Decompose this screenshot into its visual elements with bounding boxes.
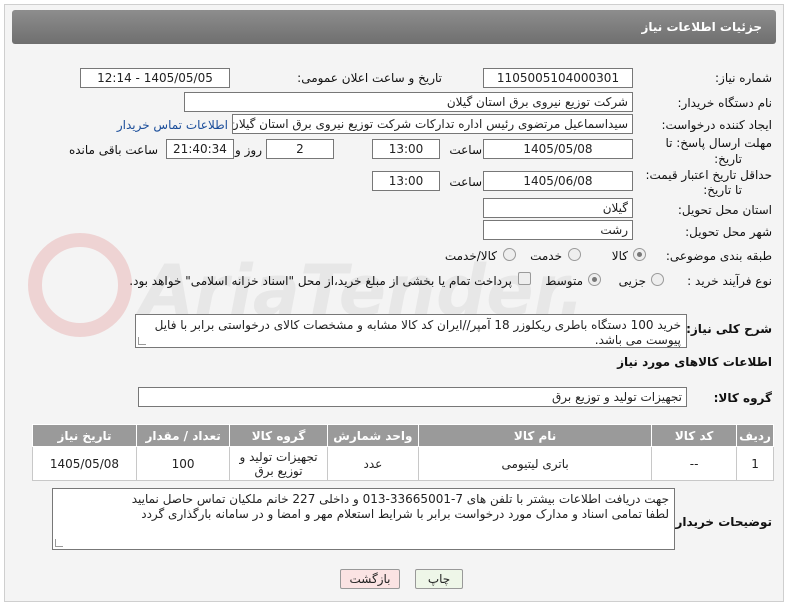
city-field: رشت (483, 220, 633, 240)
buyer-notes-textarea[interactable]: جهت دریافت اطلاعات بیشتر با تلفن های 7-3… (52, 488, 675, 550)
purchase-option-minor: جزیی (618, 274, 646, 288)
province-field: گیلان (483, 198, 633, 218)
print-button[interactable]: چاپ (415, 569, 463, 589)
announce-field: 1405/05/05 - 12:14 (80, 68, 230, 88)
price-validity-time-field: 13:00 (372, 171, 440, 191)
reply-date-field: 1405/05/08 (483, 139, 633, 159)
purchase-radio-minor[interactable] (651, 273, 664, 286)
col-code: کد کالا (651, 424, 738, 447)
city-label: شهر محل تحویل: (685, 225, 772, 239)
price-validity-time-label: ساعت (449, 175, 482, 189)
resize-handle-icon[interactable] (138, 337, 146, 345)
requester-field: سیداسماعیل مرتضوی رئیس اداره تدارکات شرک… (232, 114, 633, 134)
col-name: نام کالا (417, 424, 653, 447)
col-row: ردیف (736, 424, 774, 447)
announce-label: تاریخ و ساعت اعلان عمومی: (297, 71, 442, 85)
province-label: استان محل تحویل: (677, 203, 772, 217)
buyer-org-label: نام دستگاه خریدار: (677, 96, 773, 110)
price-validity-label: حداقل تاریخ اعتبار قیمت: (645, 168, 772, 182)
table-row: 1 -- باتری لیتیومی عدد تجهیزات تولید و ت… (32, 446, 774, 481)
buyer-notes-line-1: جهت دریافت اطلاعات بیشتر با تلفن های 7-3… (131, 492, 669, 506)
col-unit: واحد شمارش (326, 424, 419, 447)
goods-table-header: ردیف کد کالا نام کالا واحد شمارش گروه کا… (32, 424, 774, 447)
description-label: شرح کلی نیاز: (686, 322, 772, 336)
description-textarea[interactable]: خرید 100 دستگاه باطری ریکلوزر 18 آمپر//ا… (135, 314, 687, 348)
category-option-goods-service: کالا/خدمت (444, 249, 497, 263)
reply-days-label: روز و (235, 143, 262, 157)
treasury-payment-note: پرداخت تمام یا بخشی از مبلغ خرید،از محل … (129, 274, 512, 288)
category-option-goods: کالا (611, 249, 628, 263)
page-title: جزئیات اطلاعات نیاز (12, 10, 776, 44)
need-number-field: 1105005104000301 (483, 68, 633, 88)
category-radio-service[interactable] (568, 248, 581, 261)
cell-quantity: 100 (135, 446, 231, 481)
cell-group: تجهیزات تولید و توزیع برق (229, 446, 328, 481)
purchase-type-label: نوع فرآیند خرید : (687, 274, 772, 288)
remaining-time-label: ساعت باقی مانده (68, 143, 158, 157)
goods-group-field: تجهیزات تولید و توزیع برق (138, 387, 687, 407)
price-validity-date-field: 1405/06/08 (483, 171, 633, 191)
cell-code: -- (651, 446, 738, 481)
remaining-time-field: 21:40:34 (166, 139, 234, 159)
cell-unit: عدد (326, 446, 419, 481)
reply-days-field: 2 (266, 139, 334, 159)
buyer-notes-label: توضیحات خریدار: (670, 515, 772, 529)
need-number-label: شماره نیاز: (715, 71, 772, 85)
purchase-option-medium: متوسط (545, 274, 583, 288)
category-label: طبقه بندی موضوعی: (665, 249, 772, 263)
goods-table: ردیف کد کالا نام کالا واحد شمارش گروه کا… (32, 424, 774, 481)
cell-name: باتری لیتیومی (417, 446, 653, 481)
resize-handle-icon[interactable] (55, 539, 63, 547)
col-need-date: تاریخ نیاز (32, 424, 137, 447)
description-text: خرید 100 دستگاه باطری ریکلوزر 18 آمپر//ا… (154, 318, 681, 347)
purchase-radio-medium[interactable] (588, 273, 601, 286)
cell-row: 1 (736, 446, 774, 481)
price-validity-label-2: تا تاریخ: (703, 183, 742, 197)
goods-group-label: گروه کالا: (713, 391, 772, 405)
category-option-service: خدمت (530, 249, 562, 263)
treasury-payment-checkbox[interactable] (518, 272, 531, 285)
col-quantity: تعداد / مقدار (135, 424, 231, 447)
requester-label: ایجاد کننده درخواست: (661, 118, 772, 132)
col-group: گروه کالا (229, 424, 328, 447)
buyer-org-field: شرکت توزیع نیروی برق استان گیلان (184, 92, 633, 112)
back-button[interactable]: بازگشت (340, 569, 400, 589)
goods-info-title: اطلاعات کالاهای مورد نیاز (617, 355, 772, 369)
buyer-notes-line-2: لطفا تمامی اسناد و مدارک مورد درخواست بر… (141, 507, 669, 521)
cell-need-date: 1405/05/08 (32, 446, 137, 481)
category-radio-goods[interactable] (633, 248, 646, 261)
reply-time-field: 13:00 (372, 139, 440, 159)
reply-deadline-label: مهلت ارسال پاسخ: تا (665, 136, 772, 150)
buyer-contact-link[interactable]: اطلاعات تماس خریدار (117, 118, 228, 132)
reply-time-label: ساعت (449, 143, 482, 157)
reply-deadline-label-2: تاریخ: (714, 152, 742, 166)
category-radio-goods-service[interactable] (503, 248, 516, 261)
